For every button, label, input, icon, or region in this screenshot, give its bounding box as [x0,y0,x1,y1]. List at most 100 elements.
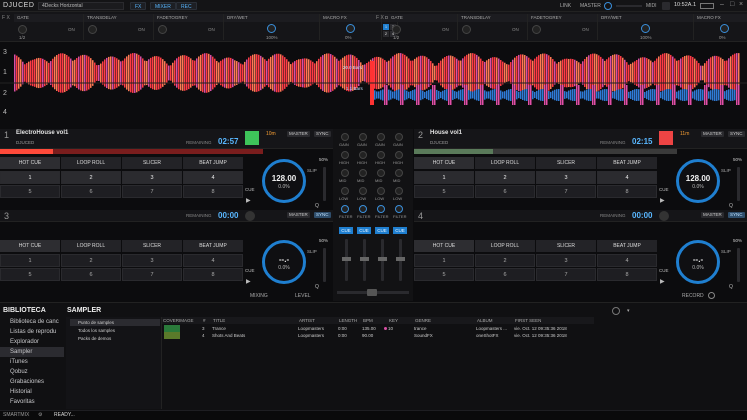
table-header-cell[interactable]: # [202,317,212,324]
fx-cell[interactable]: FADETOGREY ON [154,14,224,40]
hot-cue-pad[interactable]: 1 [414,254,474,267]
cue-button[interactable]: CUE [245,187,255,192]
slip-button[interactable]: SLIP [721,249,731,254]
fx-cell[interactable]: MACRO FX 0% [320,14,382,40]
record-settings-icon[interactable] [708,292,715,299]
fx-cell[interactable]: GATE 1/2 ON [14,14,84,40]
mixer-knob[interactable] [377,205,385,213]
mixer-knob[interactable] [395,205,403,213]
mixer-knob[interactable] [341,169,349,177]
play-button[interactable]: ▶ [246,197,251,204]
maximize-icon[interactable]: □ [730,1,734,8]
table-header-cell[interactable]: KEY [388,317,414,324]
slip-button[interactable]: SLIP [307,249,317,254]
fx-knob[interactable] [532,25,541,34]
table-header-cell[interactable]: ALBUM [476,317,514,324]
mixer-knob[interactable] [377,151,385,159]
table-header-cell[interactable]: TITLE [212,317,298,324]
fx-knob[interactable] [346,24,355,33]
tab-loop-roll[interactable]: LOOP ROLL [61,157,121,169]
jog-wheel[interactable]: 128.00 0.0% [676,159,720,203]
play-button[interactable]: ▶ [246,278,251,285]
sidebar-item[interactable]: Listas de reprodu [0,327,64,337]
tab-loop-roll[interactable]: LOOP ROLL [61,240,121,252]
table-row[interactable]: 3 Trance Loopmasters 0:00 135.00 10 trance Loop… [162,325,747,332]
hot-cue-pad[interactable]: 4 [183,254,243,267]
master-button[interactable]: MASTER [287,212,310,218]
fx-knob[interactable] [392,25,401,34]
filter-icon[interactable]: ▾ [627,308,630,314]
fx-on-button[interactable]: ON [208,27,215,32]
hot-cue-pad[interactable]: 2 [475,171,535,184]
pitch-fader[interactable] [323,248,326,282]
slip-button[interactable]: SLIP [307,168,317,173]
fx-cell[interactable]: MACRO FX 0% [694,14,747,40]
quantize-button[interactable]: Q [315,284,319,290]
table-header-cell[interactable]: LENGTH [338,317,362,324]
hot-cue-pad[interactable]: 7 [536,268,596,281]
hot-cue-pad[interactable]: 5 [414,268,474,281]
hot-cue-pad[interactable]: 5 [0,185,60,198]
hot-cue-pad[interactable]: 5 [414,185,474,198]
fx-on-button[interactable]: ON [512,27,519,32]
hot-cue-pad[interactable]: 3 [536,254,596,267]
hot-cue-pad[interactable]: 7 [536,185,596,198]
play-button[interactable]: ▶ [660,197,665,204]
mixer-knob[interactable] [359,205,367,213]
search-icon[interactable] [612,307,620,315]
quantize-button[interactable]: Q [729,284,733,290]
table-header-cell[interactable]: BPM [362,317,388,324]
sync-button[interactable]: SYNC [728,212,745,218]
mixer-knob[interactable] [377,133,385,141]
mixer-knob[interactable] [359,133,367,141]
pitch-fader[interactable] [737,167,740,201]
hot-cue-pad[interactable]: 6 [61,268,121,281]
hot-cue-pad[interactable]: 7 [122,268,182,281]
mixer-knob[interactable] [377,169,385,177]
fx-knob[interactable] [462,25,471,34]
mixer-knob[interactable] [395,169,403,177]
tab-hot-cue[interactable]: HOT CUE [414,240,474,252]
mixer-knob[interactable] [359,187,367,195]
fx-knob[interactable] [88,25,97,34]
channel-cue-button[interactable]: CUE [339,227,353,234]
sidebar-item[interactable]: iTunes [0,357,64,367]
hot-cue-pad[interactable]: 3 [536,171,596,184]
mixer-knob[interactable] [395,151,403,159]
link-button[interactable]: LINK [560,3,571,9]
hot-cue-pad[interactable]: 2 [61,254,121,267]
hot-cue-pad[interactable]: 8 [597,185,657,198]
table-row[interactable]: 4 Shots And Beats Loopmasters 0:00 90.00 Soun… [162,332,747,339]
tab-slicer[interactable]: SLICER [122,157,182,169]
channel-fader-handle[interactable] [378,257,387,261]
fx-cell[interactable]: TRANSDELAY ON [84,14,154,40]
hot-cue-pad[interactable]: 6 [475,268,535,281]
fx-knob[interactable] [720,24,729,33]
tree-item[interactable]: Punto de samples [70,319,160,326]
sync-button[interactable]: SYNC [728,131,745,137]
waveform-overview[interactable]: 3 1 2 4 20.0 Bars 1.1 Bars [0,43,747,121]
quantize-button[interactable]: Q [315,203,319,209]
tab-beat-jump[interactable]: BEAT JUMP [597,157,657,169]
fx-on-button[interactable]: ON [582,27,589,32]
sidebar-item[interactable]: Biblioteca de canc [0,317,64,327]
tab-rec[interactable]: REC [176,2,197,10]
midi-label[interactable]: MIDI [646,3,657,9]
tab-slicer[interactable]: SLICER [122,240,182,252]
smartmix-icon[interactable]: ⚙ [38,411,42,420]
hot-cue-pad[interactable]: 2 [61,171,121,184]
table-header-cell[interactable]: GENRE [414,317,476,324]
deck1-waveform[interactable] [14,53,740,93]
master-knob[interactable] [604,2,612,10]
crossfader-handle[interactable] [367,289,377,296]
cue-button[interactable]: CUE [659,187,669,192]
fx-cell[interactable]: TRANSDELAY ON [458,14,528,40]
tab-loop-roll[interactable]: LOOP ROLL [475,157,535,169]
fx-knob[interactable] [267,24,276,33]
fx-on-button[interactable]: ON [138,27,145,32]
tab-fx[interactable]: FX [130,2,147,10]
fx-knob[interactable] [18,25,27,34]
mixer-knob[interactable] [395,133,403,141]
sidebar-item[interactable]: Favoritas [0,397,64,407]
mixer-knob[interactable] [377,187,385,195]
